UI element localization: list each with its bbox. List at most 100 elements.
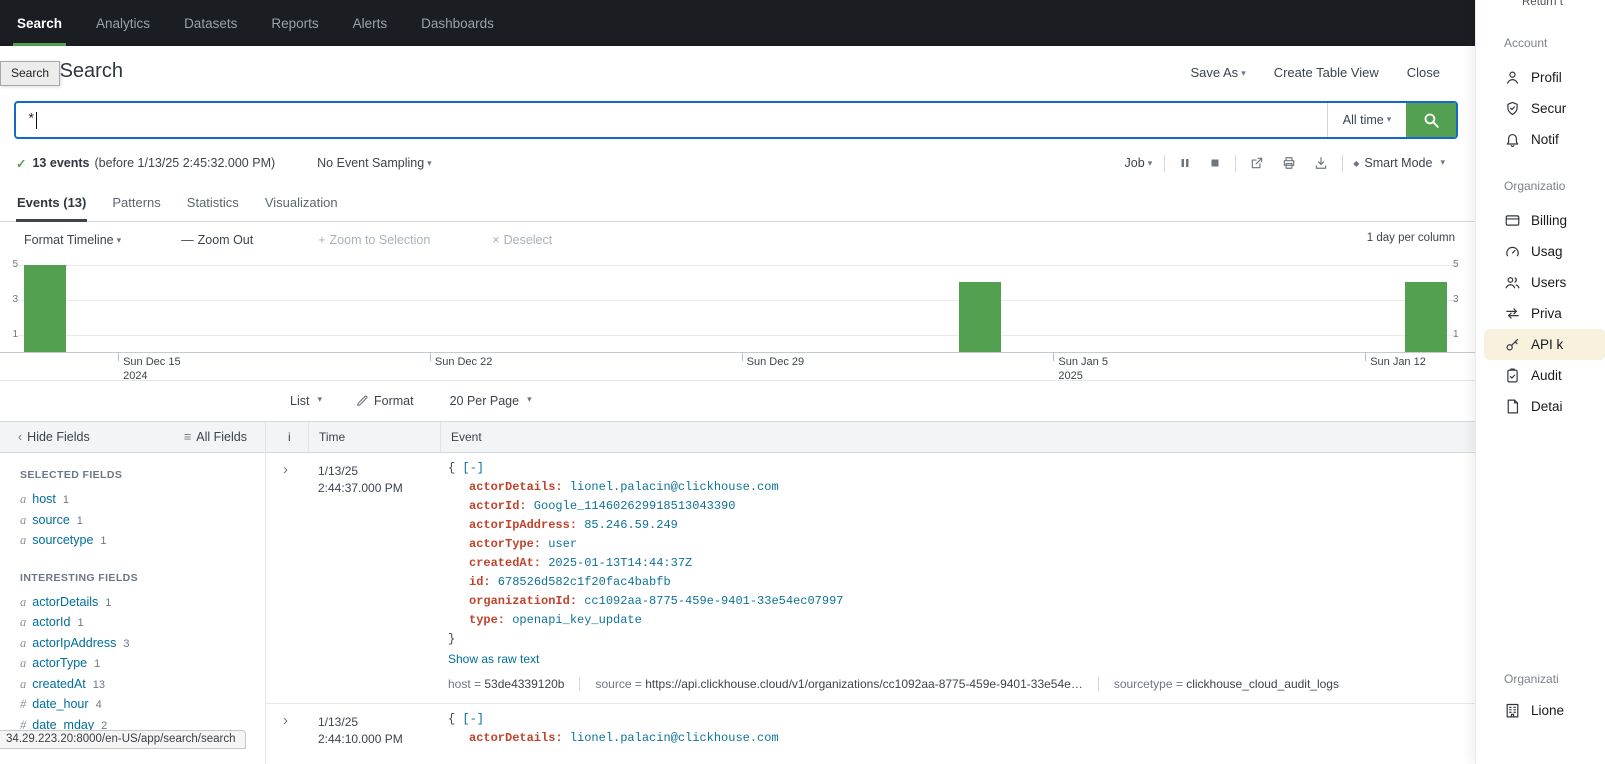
field-item-sourcetype[interactable]: asourcetype1 xyxy=(20,531,265,552)
nav-item-alerts[interactable]: Alerts xyxy=(336,0,405,46)
chevron-left-icon: ‹ xyxy=(18,430,22,444)
all-fields-button[interactable]: ≡All Fields xyxy=(184,430,247,444)
pause-job-button[interactable] xyxy=(1175,154,1195,172)
section-title-account: Account xyxy=(1476,36,1605,50)
field-link-source[interactable]: source xyxy=(32,513,70,527)
field-item-date-hour[interactable]: #date_hour4 xyxy=(20,695,265,716)
event-sampling-dropdown[interactable]: No Event Sampling▾ xyxy=(317,156,432,170)
timeline-bar-2[interactable] xyxy=(1405,282,1447,352)
per-page-dropdown[interactable]: 20 Per Page▾ xyxy=(450,394,532,408)
settings-item-users[interactable]: Users xyxy=(1476,267,1605,298)
print-button[interactable] xyxy=(1278,153,1300,173)
format-timeline-dropdown[interactable]: Format Timeline▾ xyxy=(24,233,121,247)
settings-item-usag[interactable]: Usag xyxy=(1476,236,1605,267)
y-axis-label: 5 xyxy=(1453,259,1465,270)
json-field-line: createdAt: 2025-01-13T14:44:37Z xyxy=(448,554,1465,573)
expand-row-button[interactable]: › xyxy=(283,461,288,478)
json-field-line: actorId: Google_114602629918513043390 xyxy=(448,497,1465,516)
settings-item-billing[interactable]: Billing xyxy=(1476,205,1605,236)
tab-patterns[interactable]: Patterns xyxy=(99,183,173,221)
settings-item-label: Usag xyxy=(1531,244,1563,259)
meta-field-value[interactable]: clickhouse_cloud_audit_logs xyxy=(1186,677,1339,691)
event-timeline-chart[interactable]: 113355Sun Dec 152024Sun Dec 22Sun Dec 29… xyxy=(0,258,1475,381)
nav-item-datasets[interactable]: Datasets xyxy=(167,0,254,46)
collapse-json-link[interactable]: [-] xyxy=(462,461,484,475)
time-range-picker[interactable]: All time ▾ xyxy=(1327,103,1406,137)
job-menu[interactable]: Job▾ xyxy=(1125,156,1153,170)
settings-item-api-k[interactable]: API k xyxy=(1484,329,1605,360)
close-button[interactable]: Close xyxy=(1407,65,1440,80)
browser-link-preview: 34.29.223.20:8000/en-US/app/search/searc… xyxy=(0,730,246,749)
field-link-date-hour[interactable]: date_hour xyxy=(32,697,88,711)
field-link-createdat[interactable]: createdAt xyxy=(32,677,86,691)
timeline-bar-0[interactable] xyxy=(24,265,66,353)
field-link-actoripaddress[interactable]: actorIpAddress xyxy=(32,636,116,650)
field-link-actorid[interactable]: actorId xyxy=(32,615,70,629)
json-key: createdAt: xyxy=(469,556,541,570)
show-raw-text-link[interactable]: Show as raw text xyxy=(448,652,539,666)
create-table-view-button[interactable]: Create Table View xyxy=(1274,65,1379,80)
y-axis-label: 5 xyxy=(6,259,18,270)
nav-item-search[interactable]: Search xyxy=(0,0,79,46)
field-link-sourcetype[interactable]: sourcetype xyxy=(32,533,93,547)
search-submit-button[interactable] xyxy=(1406,103,1456,137)
zoom-to-selection-button[interactable]: +Zoom to Selection xyxy=(318,233,430,247)
field-item-actordetails[interactable]: aactorDetails1 xyxy=(20,593,265,614)
settings-item-detai[interactable]: Detai xyxy=(1476,391,1605,422)
stop-job-button[interactable] xyxy=(1205,154,1225,172)
json-key: actorId: xyxy=(469,499,527,513)
event-json: { [-]actorDetails: lionel.palacin@clickh… xyxy=(448,710,1465,748)
collapse-json-link[interactable]: [-] xyxy=(462,712,484,726)
meta-field-value[interactable]: 53de4339120b xyxy=(484,677,564,691)
field-count: 1 xyxy=(94,658,100,670)
nav-item-reports[interactable]: Reports xyxy=(254,0,335,46)
meta-field-value[interactable]: https://api.clickhouse.cloud/v1/organiza… xyxy=(645,677,1083,691)
field-link-actortype[interactable]: actorType xyxy=(32,656,87,670)
list-view-dropdown[interactable]: List▾ xyxy=(290,394,322,408)
settings-item-audit[interactable]: Audit xyxy=(1476,360,1605,391)
equals-sign: = xyxy=(471,677,485,691)
field-item-actorid[interactable]: aactorId1 xyxy=(20,613,265,634)
share-button[interactable] xyxy=(1246,153,1268,173)
field-item-source[interactable]: asource1 xyxy=(20,511,265,532)
settings-item-label: Users xyxy=(1531,275,1566,290)
settings-item-priva[interactable]: Priva xyxy=(1476,298,1605,329)
field-link-host[interactable]: host xyxy=(32,492,56,506)
save-as-button[interactable]: Save As▾ xyxy=(1190,65,1245,80)
timeline-controls: Format Timeline▾ —Zoom Out +Zoom to Sele… xyxy=(0,222,1475,258)
return-link[interactable]: Return t xyxy=(1522,0,1563,8)
settings-item-secur[interactable]: Secur xyxy=(1476,93,1605,124)
settings-item-profil[interactable]: Profil xyxy=(1476,62,1605,93)
zoom-out-button[interactable]: —Zoom Out xyxy=(181,233,253,247)
expand-row-button[interactable]: › xyxy=(283,712,288,729)
search-mode-dropdown[interactable]: ◆ Smart Mode ▾ xyxy=(1353,156,1445,170)
tab-events-13[interactable]: Events (13) xyxy=(4,183,99,221)
equals-sign: = xyxy=(632,677,646,691)
nav-item-analytics[interactable]: Analytics xyxy=(79,0,167,46)
event-meta: host = 53de4339120bsource = https://api.… xyxy=(448,677,1465,691)
field-item-host[interactable]: ahost1 xyxy=(20,490,265,511)
results-toolbar: List▾ Format 20 Per Page▾ xyxy=(0,380,1475,422)
timeline-bar-1[interactable] xyxy=(959,282,1001,352)
field-item-actortype[interactable]: aactorType1 xyxy=(20,654,265,675)
settings-item-notif[interactable]: Notif xyxy=(1476,124,1605,155)
format-results-button[interactable]: Format xyxy=(356,394,414,408)
section-items: Lione xyxy=(1476,695,1605,726)
deselect-button[interactable]: ×Deselect xyxy=(492,233,552,247)
hide-fields-button[interactable]: ‹Hide Fields xyxy=(18,430,90,444)
field-item-createdat[interactable]: acreatedAt13 xyxy=(20,675,265,696)
nav-item-dashboards[interactable]: Dashboards xyxy=(404,0,511,46)
search-input[interactable]: * xyxy=(16,103,1327,137)
tab-statistics[interactable]: Statistics xyxy=(174,183,252,221)
x-axis-label: Sun Dec 22 xyxy=(435,355,492,369)
plus-icon: + xyxy=(318,233,325,247)
field-item-actoripaddress[interactable]: aactorIpAddress3 xyxy=(20,634,265,655)
json-field-line: organizationId: cc1092aa-8775-459e-9401-… xyxy=(448,592,1465,611)
settings-item-lione[interactable]: Lione xyxy=(1476,695,1605,726)
export-button[interactable] xyxy=(1310,153,1332,173)
field-link-actordetails[interactable]: actorDetails xyxy=(32,595,98,609)
column-header-time: Time xyxy=(308,422,440,452)
all-fields-label: All Fields xyxy=(196,430,247,444)
tab-visualization[interactable]: Visualization xyxy=(252,183,351,221)
json-key: type: xyxy=(469,613,505,627)
